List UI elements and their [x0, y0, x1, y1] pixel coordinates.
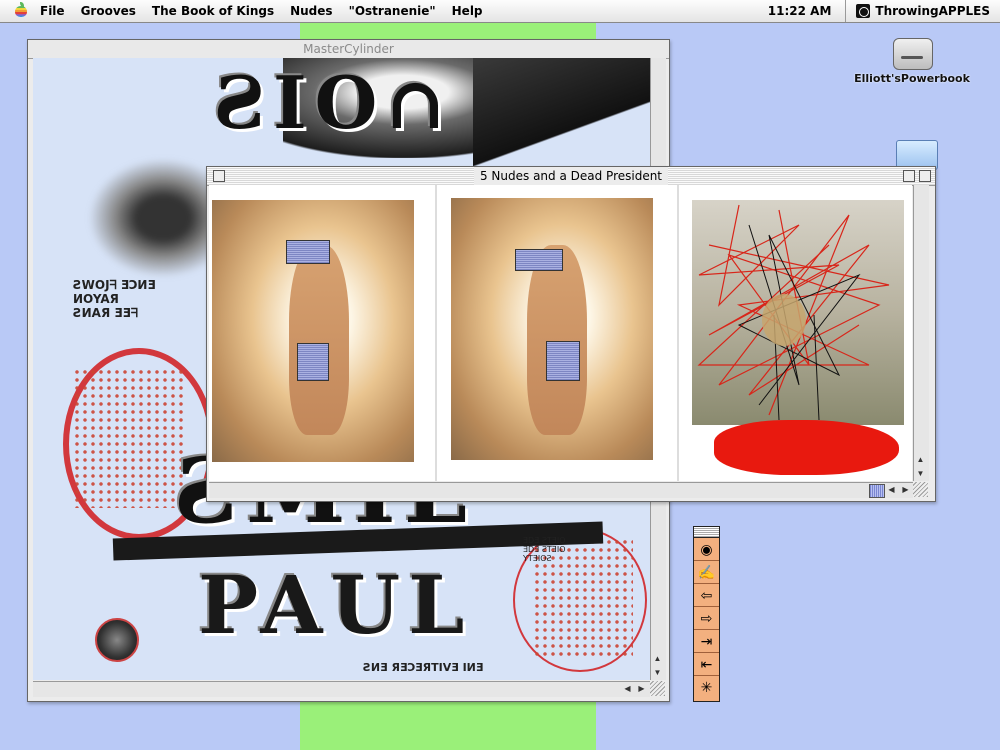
master-cylinder-title: MasterCylinder: [297, 40, 400, 58]
scroll-left-arrow-icon[interactable]: ◀: [620, 682, 635, 696]
menu-nudes[interactable]: Nudes: [282, 4, 340, 18]
hard-drive-label: Elliott'sPowerbook: [854, 72, 970, 85]
nude-panel-1[interactable]: [209, 185, 437, 481]
menu-file[interactable]: File: [32, 4, 73, 18]
nudes-scroll-right-arrow-icon[interactable]: ▶: [898, 483, 913, 497]
last-card-icon[interactable]: ⇥: [694, 630, 719, 653]
collage-side-text: ƎDƎ ƧTƎIO ƎDƎ ƧTƎIO YTƎIOƧ: [523, 536, 566, 563]
master-cylinder-horizontal-scrollbar[interactable]: [33, 681, 650, 697]
censor-bar-body-2: [546, 341, 580, 381]
collage-bottom-letters: PAUL: [198, 558, 473, 652]
nudes-horizontal-scrollbar[interactable]: [209, 482, 913, 498]
nudes-grow-box[interactable]: [913, 482, 928, 497]
navigation-palette: ◉ ✍ ⇦ ⇨ ⇥ ⇤ ✳: [693, 526, 720, 702]
forward-arrow-icon[interactable]: ⇨: [694, 607, 719, 630]
application-menu[interactable]: ThrowingAPPLES: [846, 4, 1000, 18]
desktop-stripe-top: [300, 22, 596, 40]
nudes-title: 5 Nudes and a Dead President: [473, 167, 669, 185]
president-face: [762, 294, 806, 346]
nudes-scroll-thumb[interactable]: [869, 484, 885, 498]
menubar: File Grooves The Book of Kings Nudes "Os…: [0, 0, 1000, 23]
collage-mirrored-text: ƧWOJᖷ ƎϽИƎ ИOYAЯ ƧИAЯ ƎƎᖷ: [73, 278, 156, 320]
zoom-box-icon[interactable]: [903, 170, 915, 182]
nude-figure-1: [289, 245, 349, 435]
scroll-down-arrow-icon[interactable]: ▼: [650, 666, 665, 680]
first-card-icon[interactable]: ⇤: [694, 653, 719, 676]
menu-help[interactable]: Help: [444, 4, 491, 18]
desktop-stripe-bottom: [300, 700, 596, 750]
application-name: ThrowingAPPLES: [875, 4, 990, 18]
nudes-scroll-up-arrow-icon[interactable]: ▲: [913, 453, 928, 467]
master-cylinder-grow-box[interactable]: [650, 681, 665, 696]
nudes-content: [209, 185, 912, 481]
menu-grooves[interactable]: Grooves: [73, 4, 144, 18]
hard-drive-desktop-icon[interactable]: Elliott'sPowerbook: [852, 34, 972, 85]
blood-splash: [714, 420, 899, 475]
collapse-box-icon[interactable]: [919, 170, 931, 182]
censor-bar-body-1: [297, 343, 329, 381]
menu-ostranenie[interactable]: "Ostranenie": [341, 4, 444, 18]
scroll-right-arrow-icon[interactable]: ▶: [634, 682, 649, 696]
nude-figure-2: [527, 245, 587, 435]
palette-titlebar[interactable]: [694, 527, 719, 538]
hard-drive-icon: [891, 34, 933, 72]
back-arrow-icon[interactable]: ⇦: [694, 584, 719, 607]
collage-stamp: [95, 618, 139, 662]
menubar-clock[interactable]: 11:22 AM: [754, 0, 847, 22]
master-cylinder-titlebar[interactable]: MasterCylinder: [28, 40, 669, 59]
collage-arm: [473, 58, 650, 168]
application-icon: [856, 4, 871, 18]
hand-icon[interactable]: ✍: [694, 561, 719, 584]
collage-red-dots-1: [73, 368, 183, 508]
nudes-scroll-left-arrow-icon[interactable]: ◀: [884, 483, 899, 497]
apple-menu-icon[interactable]: [10, 0, 32, 22]
close-box-icon[interactable]: [213, 170, 225, 182]
president-panel[interactable]: [679, 185, 912, 481]
collage-bottom-mirror-text: ƧИƎ ЯƎϽƎЯTIVƎ IИƎ: [363, 661, 484, 674]
nude-panel-2[interactable]: [437, 185, 679, 481]
menu-book-of-kings[interactable]: The Book of Kings: [144, 4, 282, 18]
star-icon[interactable]: ✳: [694, 676, 719, 699]
eye-icon[interactable]: ◉: [694, 538, 719, 561]
scroll-up-arrow-icon[interactable]: ▲: [650, 652, 665, 666]
nudes-vertical-scrollbar[interactable]: [913, 185, 929, 481]
nudes-titlebar[interactable]: 5 Nudes and a Dead President: [207, 167, 935, 186]
menubar-right: 11:22 AM ThrowingAPPLES: [754, 0, 1000, 22]
censor-bar-eyes-1: [286, 240, 330, 264]
collage-top-letters: ƧIO∩: [213, 60, 454, 145]
nudes-scroll-down-arrow-icon[interactable]: ▼: [913, 467, 928, 481]
censor-bar-eyes-2: [515, 249, 563, 271]
